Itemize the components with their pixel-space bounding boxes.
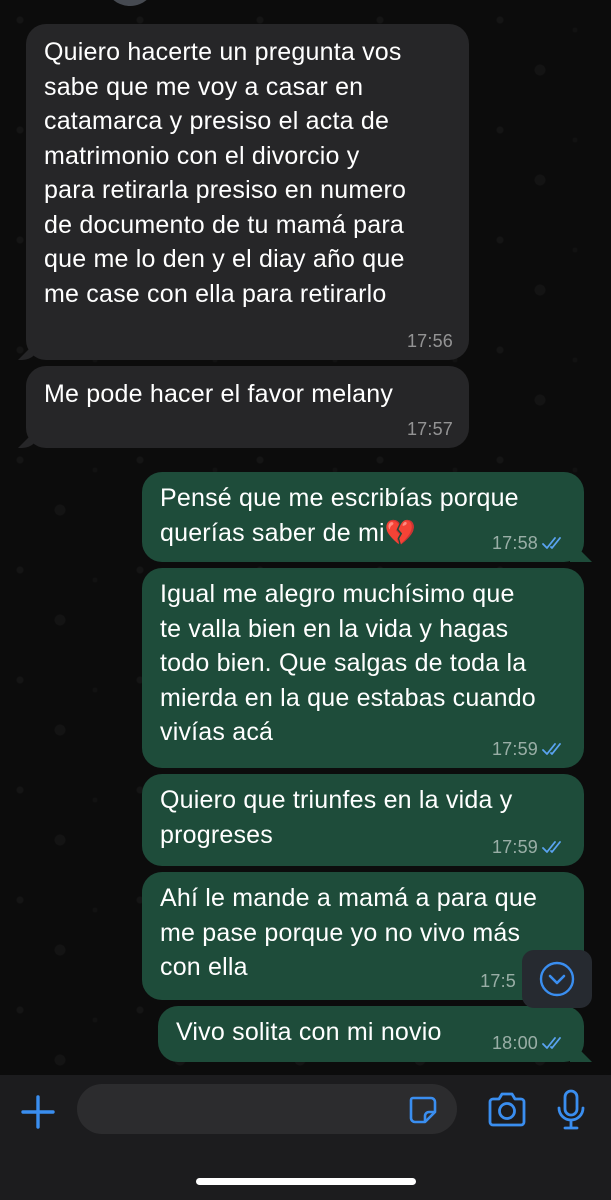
camera-button[interactable] (486, 1091, 528, 1129)
message-outgoing[interactable]: Pensé que me escribías porque querías sa… (142, 472, 592, 562)
message-time: 18:00 (492, 1032, 568, 1054)
microphone-icon (557, 1089, 585, 1130)
sticker-icon (409, 1096, 437, 1124)
double-check-icon (542, 841, 561, 853)
timestamp: 17:5 (480, 971, 516, 991)
timestamp: 18:00 (491, 1033, 538, 1053)
home-indicator[interactable] (196, 1178, 416, 1185)
message-incoming[interactable]: Quiero hacerte un pregunta vos sabe que … (18, 24, 469, 360)
double-check-icon (542, 537, 561, 549)
timestamp: 17:59 (491, 837, 538, 857)
sticker-button[interactable] (407, 1094, 439, 1126)
chevron-down-icon (539, 961, 575, 997)
scroll-to-bottom-button[interactable] (522, 950, 592, 1008)
message-time: 17:58 (492, 532, 568, 554)
message-time: 17:56 (407, 330, 453, 352)
timestamp: 17:58 (491, 533, 538, 553)
message-outgoing[interactable]: Quiero que triunfes en la vida y progres… (142, 774, 584, 866)
message-input[interactable] (77, 1084, 457, 1134)
message-outgoing[interactable]: Vivo solita con mi novio 18:00 (158, 1006, 592, 1062)
message-outgoing[interactable]: Igual me alegro muchísimo que te valla b… (142, 568, 584, 768)
double-check-icon (542, 1037, 561, 1049)
double-check-icon (542, 743, 561, 755)
message-text: Quiero hacerte un pregunta vos sabe que … (44, 38, 407, 308)
message-time: 17:59 (492, 738, 568, 760)
camera-icon (488, 1092, 526, 1127)
message-text: Ahí le mande a mamá a para que me pase p… (160, 884, 538, 981)
microphone-button[interactable] (555, 1088, 587, 1132)
timestamp: 17:57 (406, 419, 453, 439)
attach-button[interactable] (18, 1092, 58, 1132)
message-text: Igual me alegro muchísimo que te valla b… (160, 580, 536, 746)
message-time: 17:5 (480, 970, 516, 992)
plus-icon (21, 1095, 55, 1129)
message-outgoing[interactable]: Ahí le mande a mamá a para que me pase p… (142, 872, 584, 1000)
message-time: 17:59 (492, 836, 568, 858)
message-time: 17:57 (407, 418, 453, 440)
timestamp: 17:56 (406, 331, 453, 351)
message-incoming[interactable]: Me pode hacer el favor melany 17:57 (18, 366, 469, 448)
timestamp: 17:59 (491, 739, 538, 759)
message-text: Me pode hacer el favor melany (44, 380, 394, 408)
